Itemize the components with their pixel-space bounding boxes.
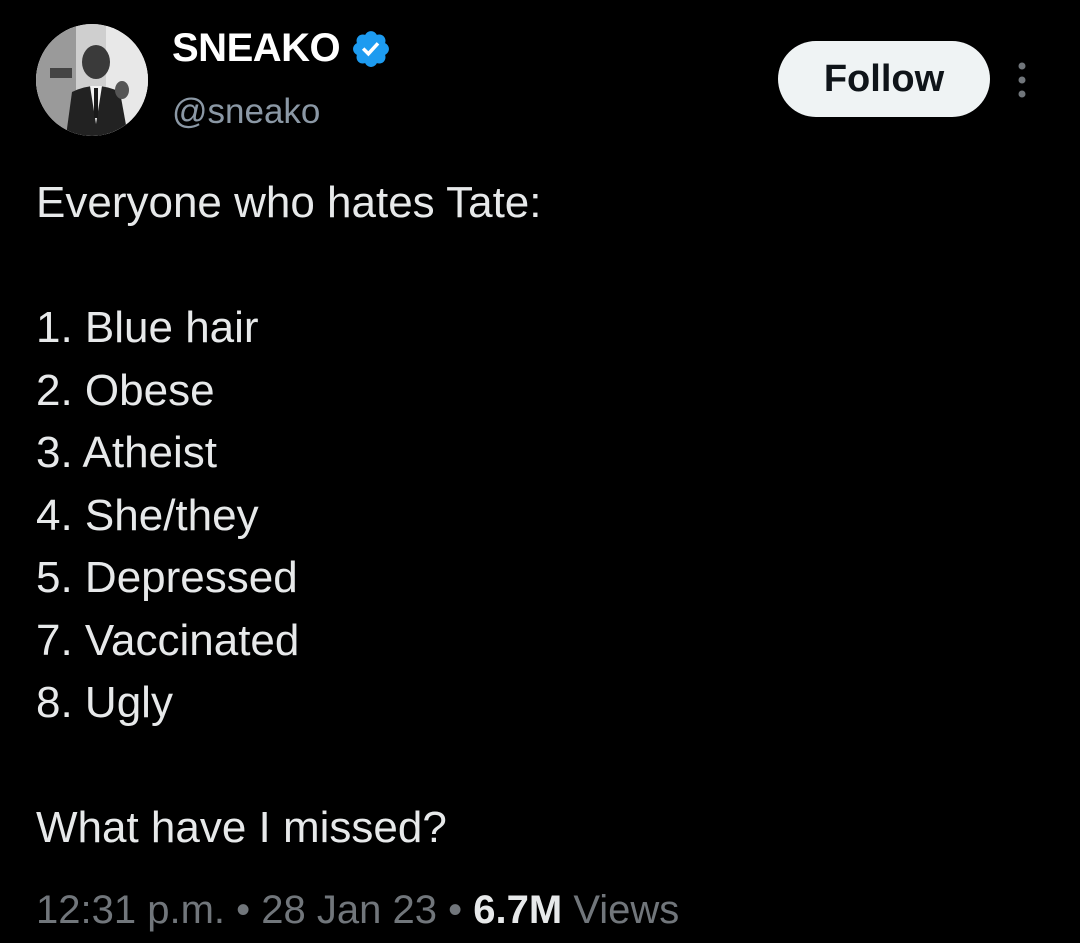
list-item: 7. Vaccinated [36, 615, 300, 665]
avatar[interactable] [36, 24, 148, 136]
tweet-meta: 12:31 p.m. • 28 Jan 23 • 6.7M Views [36, 888, 679, 933]
list-item: 3. Atheist [36, 428, 218, 477]
views-count[interactable]: 6.7M [473, 888, 562, 932]
author-display-name[interactable]: SNEAKO [172, 26, 341, 71]
tweet-time[interactable]: 12:31 p.m. [36, 888, 225, 932]
author-handle[interactable]: @sneako [172, 92, 320, 132]
meta-separator: • [236, 888, 251, 932]
list-item: 1. Blue hair [36, 303, 259, 352]
avatar-photo-icon [36, 24, 148, 136]
tweet-closing: What have I missed? [36, 803, 447, 852]
verified-badge-icon [350, 28, 392, 70]
views-label: Views [573, 888, 680, 932]
tweet-intro: Everyone who hates Tate: [36, 178, 542, 227]
list-item: 5. Depressed [36, 553, 298, 602]
tweet-date[interactable]: 28 Jan 23 [261, 888, 437, 932]
follow-button[interactable]: Follow [778, 41, 990, 117]
list-item: 8. Ugly [36, 678, 173, 727]
list-item: 4. She/they [36, 490, 259, 540]
author-name-row: SNEAKO [172, 26, 392, 71]
more-vertical-icon[interactable] [1012, 60, 1032, 100]
tweet-card: SNEAKO @sneako Follow Everyone who hates… [0, 0, 1080, 943]
meta-separator: • [448, 888, 463, 932]
list-item: 2. Obese [36, 365, 215, 415]
tweet-text: Everyone who hates Tate: 1. Blue hair 2.… [36, 172, 1036, 860]
